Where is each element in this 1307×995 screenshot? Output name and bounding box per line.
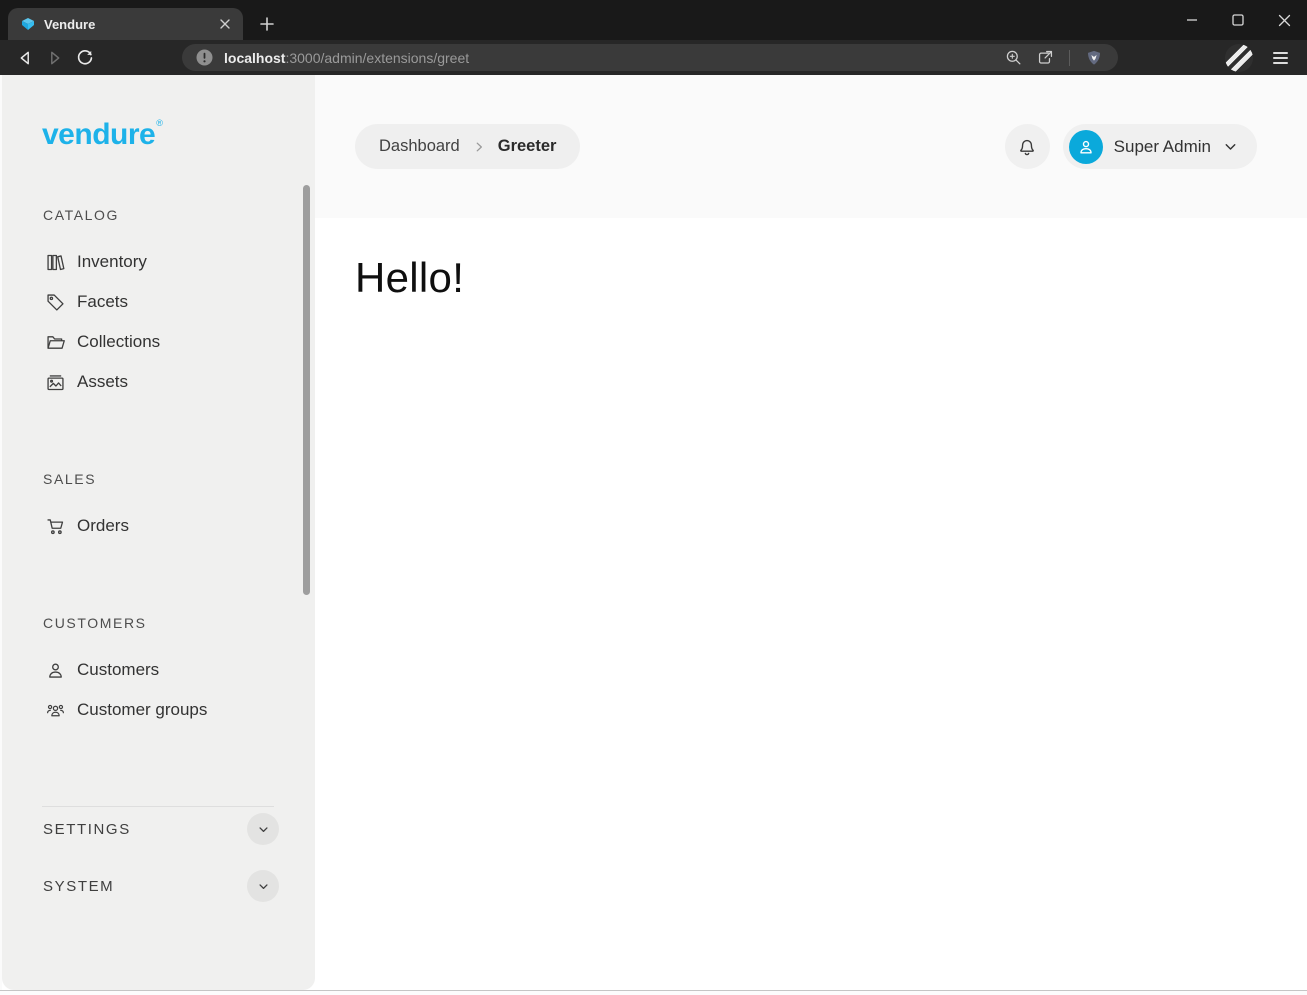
- reload-icon[interactable]: [70, 44, 100, 72]
- address-bar[interactable]: localhost:3000/admin/extensions/greet: [182, 44, 1118, 71]
- system-expand-button[interactable]: [247, 870, 279, 902]
- sidebar-item-orders[interactable]: Orders: [2, 506, 315, 546]
- close-icon[interactable]: [1261, 0, 1307, 40]
- url-host: localhost: [224, 50, 285, 66]
- browser-window: Vendure: [0, 0, 1307, 995]
- url-path: :3000/admin/extensions/greet: [285, 50, 469, 66]
- sidebar: vendure® CATALOG Inventory Facets: [2, 75, 315, 990]
- section-label-sales: SALES: [43, 468, 315, 490]
- vendure-favicon: [20, 16, 36, 32]
- maximize-icon[interactable]: [1215, 0, 1261, 40]
- sidebar-section-settings[interactable]: SETTINGS: [43, 807, 279, 851]
- sidebar-item-label: Assets: [77, 372, 128, 392]
- sidebar-item-label: Customer groups: [77, 700, 207, 720]
- sidebar-section-system[interactable]: SYSTEM: [43, 864, 279, 908]
- tab-close-icon[interactable]: [215, 14, 235, 34]
- main-header: Dashboard Greeter Super Admin: [315, 75, 1307, 218]
- chevron-down-icon: [256, 822, 271, 837]
- user-menu[interactable]: Super Admin: [1063, 124, 1257, 169]
- brave-shield-icon[interactable]: [1082, 46, 1106, 70]
- bell-icon: [1016, 136, 1038, 158]
- nav-section-sales: SALES Orders: [2, 468, 315, 546]
- sidebar-item-customer-groups[interactable]: Customer groups: [2, 690, 315, 730]
- chevron-down-icon: [256, 879, 271, 894]
- chevron-right-icon: [472, 140, 486, 154]
- zoom-icon[interactable]: [1001, 46, 1025, 70]
- sidebar-item-facets[interactable]: Facets: [2, 282, 315, 322]
- window-controls: [1169, 0, 1307, 40]
- nav-section-catalog: CATALOG Inventory Facets: [2, 204, 315, 402]
- section-label-customers: CUSTOMERS: [43, 612, 315, 634]
- sidebar-scrollbar-thumb[interactable]: [303, 185, 310, 595]
- section-label-system: SYSTEM: [43, 878, 114, 895]
- section-label-settings: SETTINGS: [43, 821, 131, 838]
- library-icon: [45, 252, 66, 273]
- sidebar-item-label: Customers: [77, 660, 159, 680]
- sidebar-item-label: Inventory: [77, 252, 147, 272]
- tag-icon: [45, 292, 66, 313]
- browser-tab[interactable]: Vendure: [8, 8, 243, 40]
- user-icon: [45, 660, 66, 681]
- folder-open-icon: [45, 332, 66, 353]
- window-bottom-edge: [0, 990, 1307, 995]
- back-icon[interactable]: [10, 44, 40, 72]
- breadcrumb-dashboard[interactable]: Dashboard: [379, 137, 460, 156]
- sidebar-item-label: Facets: [77, 292, 128, 312]
- share-icon[interactable]: [1033, 46, 1057, 70]
- notifications-button[interactable]: [1005, 124, 1050, 169]
- sidebar-nav: CATALOG Inventory Facets: [2, 204, 315, 730]
- site-info-icon[interactable]: [192, 46, 216, 70]
- menu-icon[interactable]: [1265, 44, 1295, 72]
- user-avatar-icon: [1069, 130, 1103, 164]
- vendure-logo[interactable]: vendure®: [42, 118, 162, 152]
- registered-mark: ®: [156, 118, 162, 128]
- shopping-cart-icon: [45, 516, 66, 537]
- page-content: Hello!: [315, 218, 1307, 302]
- users-icon: [45, 700, 66, 721]
- chevron-down-icon: [1222, 138, 1239, 155]
- image-icon: [45, 372, 66, 393]
- toolbar-separator: [1069, 50, 1070, 66]
- sidebar-item-customers[interactable]: Customers: [2, 650, 315, 690]
- browser-toolbar: localhost:3000/admin/extensions/greet: [0, 40, 1307, 75]
- nav-section-customers: CUSTOMERS Customers Customer groups: [2, 612, 315, 730]
- main-panel: Dashboard Greeter Super Admin: [315, 75, 1307, 990]
- sidebar-item-label: Collections: [77, 332, 160, 352]
- sidebar-item-label: Orders: [77, 516, 129, 536]
- sidebar-item-inventory[interactable]: Inventory: [2, 242, 315, 282]
- breadcrumb: Dashboard Greeter: [355, 124, 580, 169]
- url-text: localhost:3000/admin/extensions/greet: [224, 50, 993, 66]
- page-heading: Hello!: [355, 254, 1307, 302]
- forward-icon[interactable]: [40, 44, 70, 72]
- section-label-catalog: CATALOG: [43, 204, 315, 226]
- breadcrumb-greeter: Greeter: [498, 137, 557, 156]
- tab-title: Vendure: [44, 17, 207, 32]
- vendure-admin-app: vendure® CATALOG Inventory Facets: [0, 75, 1307, 990]
- new-tab-icon[interactable]: [257, 14, 277, 34]
- settings-expand-button[interactable]: [247, 813, 279, 845]
- browser-titlebar: Vendure: [0, 0, 1307, 40]
- sidebar-item-collections[interactable]: Collections: [2, 322, 315, 362]
- minimize-icon[interactable]: [1169, 0, 1215, 40]
- profile-avatar-icon[interactable]: [1225, 44, 1253, 72]
- user-name: Super Admin: [1114, 137, 1211, 157]
- sidebar-item-assets[interactable]: Assets: [2, 362, 315, 402]
